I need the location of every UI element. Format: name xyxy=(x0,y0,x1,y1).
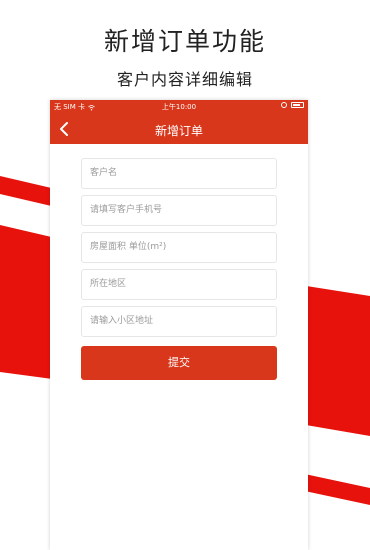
customer-name-field[interactable]: 客户名 xyxy=(81,158,277,189)
address-field[interactable]: 请输入小区地址 xyxy=(81,306,277,337)
lock-rotation-icon xyxy=(281,102,287,108)
battery-icon xyxy=(291,102,304,108)
promo-title: 新增订单功能 xyxy=(103,27,266,56)
promo-subtitle: 客户内容详细编辑 xyxy=(116,70,253,89)
stripe-right-lower xyxy=(300,473,370,505)
status-right xyxy=(281,102,304,108)
nav-bar: 新增订单 xyxy=(50,114,308,144)
region-field[interactable]: 所在地区 xyxy=(81,269,277,300)
status-time: 上午10:00 xyxy=(161,103,197,111)
phone-screen: 无 SIM 卡 上午10:00 新增订单 客户名 请填写客户手机号 房屋面积 单… xyxy=(50,100,308,550)
area-field[interactable]: 房屋面积 单位(m²) xyxy=(81,232,277,263)
phone-field[interactable]: 请填写客户手机号 xyxy=(81,195,277,226)
submit-button[interactable]: 提交 xyxy=(81,346,277,380)
nav-title: 新增订单 xyxy=(154,124,203,138)
stripe-right-upper xyxy=(300,285,370,436)
order-form: 客户名 请填写客户手机号 房屋面积 单位(m²) 所在地区 请输入小区地址 提交 xyxy=(81,158,277,380)
status-bar: 无 SIM 卡 上午10:00 xyxy=(50,100,308,114)
